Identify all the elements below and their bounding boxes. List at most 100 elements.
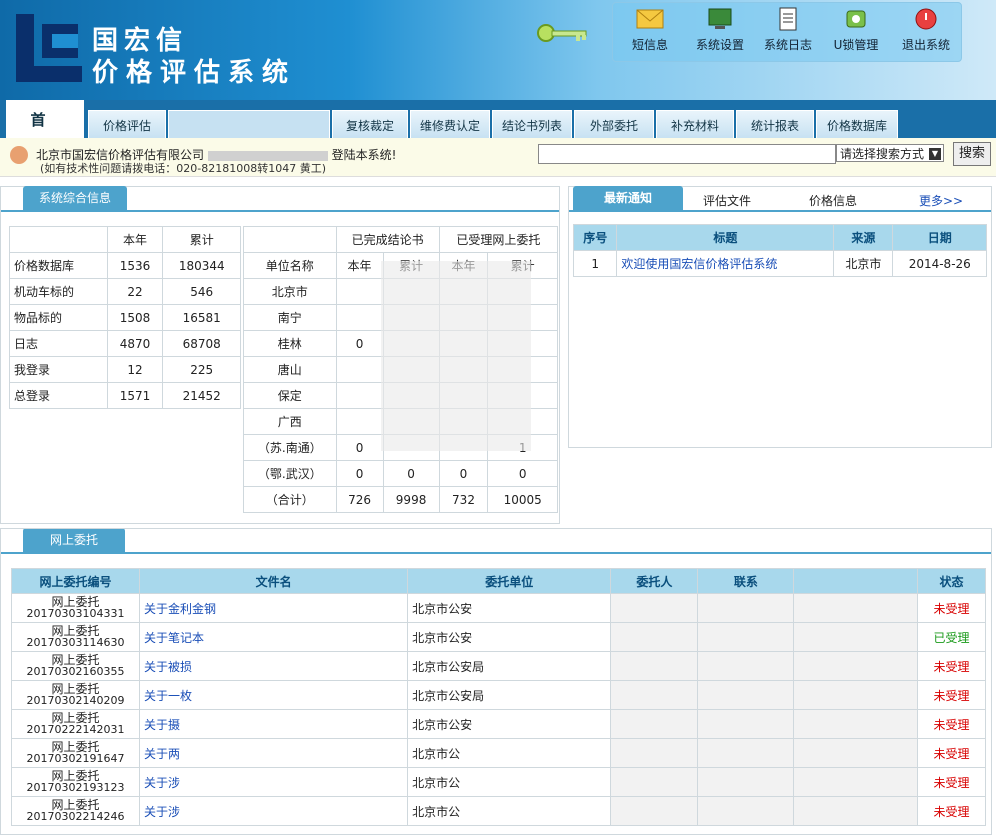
search-button[interactable]: 搜索 — [953, 142, 991, 166]
delegation-id: 20170302214246 — [26, 810, 125, 823]
table-header: 已受理网上委托 — [438, 226, 559, 253]
table-row: 网上委托 20170222142031 关于摄 北京市公安 未受理 — [11, 709, 986, 739]
file-link[interactable]: 关于金利金钢 — [138, 593, 409, 623]
tab-review[interactable]: 复核裁定 — [332, 110, 408, 139]
notice-tab-latest[interactable]: 最新通知 — [573, 186, 683, 210]
overview-title: 系统综合信息 — [23, 186, 128, 210]
delegation-id: 20170222142031 — [26, 723, 125, 736]
overview-left-table: 本年 累计 价格数据库 1536 180344 机动车标的 22 546 物品标的 1508 1… — [9, 226, 241, 409]
status-badge: 已受理 — [917, 622, 986, 652]
system-settings-button[interactable]: 系统设置 — [687, 7, 753, 53]
support-text: (如有技术性问题请拨电话：020-82181008转1047 黄工) — [40, 162, 327, 175]
clipboard-icon — [773, 7, 803, 33]
delegation-id: 20170302160355 — [26, 665, 125, 678]
table-row: 价格数据库 1536 180344 — [9, 252, 241, 279]
notice-tab-eval-files[interactable]: 评估文件 — [703, 192, 751, 209]
delegation-panel: 网上委托 网上委托编号 文件名 委托单位 委托人 联系 状态 网上委托 20170… — [0, 528, 992, 835]
logout-button[interactable]: 退出系统 — [893, 7, 959, 53]
table-row: （鄂.武汉） 0 0 0 0 — [243, 460, 558, 487]
table-row: 网上委托 20170302193123 关于涉 北京市公 未受理 — [11, 767, 986, 797]
toolbar-label: 系统日志 — [763, 38, 812, 52]
search-mode-select[interactable]: 请选择搜索方式 ▼ — [836, 144, 944, 162]
tab-masked[interactable] — [168, 110, 330, 139]
system-log-button[interactable]: 系统日志 — [755, 7, 821, 53]
key-icon — [537, 24, 587, 42]
tab-price-evaluation[interactable]: 价格评估 — [88, 110, 166, 139]
unit-cell: 北京市公 — [407, 796, 612, 826]
tab-external-delegation[interactable]: 外部委托 — [574, 110, 654, 139]
app-header: 国宏信 价格评估系统 短信息 系统设置 系统日志 U锁管理 退出系统 — [0, 0, 996, 100]
file-link[interactable]: 关于涉 — [138, 767, 409, 797]
sms-button[interactable]: 短信息 — [617, 7, 683, 53]
table-header: 序号 — [572, 224, 618, 251]
notice-tab-price-info[interactable]: 价格信息 — [809, 192, 857, 209]
table-row: 物品标的 1508 16581 — [9, 304, 241, 331]
unit-cell: 北京市公 — [407, 767, 612, 797]
tab-price-database[interactable]: 价格数据库 — [816, 110, 898, 139]
notice-more-link[interactable]: 更多>> — [919, 192, 963, 209]
toolbar: 短信息 系统设置 系统日志 U锁管理 退出系统 — [612, 2, 962, 62]
table-row: 网上委托 20170302160355 关于被损 北京市公安局 未受理 — [11, 651, 986, 681]
table-header: 网上委托编号 — [11, 568, 140, 594]
toolbar-label: 短信息 — [631, 38, 668, 52]
delegation-id: 20170302191647 — [26, 752, 125, 765]
unit-cell: 北京市公安 — [407, 593, 612, 623]
tab-repair-fee[interactable]: 维修费认定 — [410, 110, 490, 139]
file-link[interactable]: 关于笔记本 — [138, 622, 409, 652]
unit-cell: 北京市公安 — [407, 622, 612, 652]
unit-cell: 北京市公 — [407, 738, 612, 768]
table-header: 委托人 — [610, 568, 699, 594]
toolbar-label: 系统设置 — [695, 38, 744, 52]
unit-cell: 北京市公安 — [407, 709, 612, 739]
table-header: 来源 — [833, 224, 894, 251]
delegation-table: 网上委托编号 文件名 委托单位 委托人 联系 状态 网上委托 2017030310… — [11, 568, 986, 826]
table-row: （合计） 726 9998 732 10005 — [243, 486, 558, 513]
table-row: 网上委托 20170303104331 关于金利金钢 北京市公安 未受理 — [11, 593, 986, 623]
table-header: 已完成结论书 — [335, 226, 440, 253]
delegation-id: 20170303114630 — [26, 636, 125, 649]
file-link[interactable]: 关于摄 — [138, 709, 409, 739]
notice-table: 序号 标题 来源 日期 1 欢迎使用国宏信价格评估系统 北京市 2014-8-2… — [572, 224, 987, 277]
status-badge: 未受理 — [917, 680, 986, 710]
unit-cell: 北京市公安局 — [407, 651, 612, 681]
toolbar-label: U锁管理 — [833, 38, 879, 52]
overview-panel: 系统综合信息 本年 累计 价格数据库 1536 180344 机动车标的 22 546 物品… — [0, 186, 560, 524]
redaction-mask — [381, 261, 531, 451]
table-row: 日志 4870 68708 — [9, 330, 241, 357]
tab-statistics[interactable]: 统计报表 — [736, 110, 814, 139]
table-header: 本年 — [335, 252, 384, 279]
delegation-id: 20170303104331 — [26, 607, 125, 620]
envelope-icon — [635, 7, 665, 33]
table-row: 我登录 12 225 — [9, 356, 241, 383]
monitor-icon — [705, 7, 735, 33]
tab-supplement[interactable]: 补充材料 — [656, 110, 734, 139]
toolbar-label: 退出系统 — [901, 38, 950, 52]
file-link[interactable]: 关于两 — [138, 738, 409, 768]
table-header — [9, 226, 108, 253]
search-input[interactable] — [538, 144, 836, 164]
file-link[interactable]: 关于一枚 — [138, 680, 409, 710]
brand-line2: 价格评估系统 — [92, 58, 297, 88]
usb-key-icon — [841, 7, 871, 33]
file-link[interactable]: 关于被损 — [138, 651, 409, 681]
power-icon — [911, 7, 941, 33]
table-header — [793, 568, 919, 594]
status-badge: 未受理 — [917, 651, 986, 681]
info-bar: 北京市国宏信价格评估有限公司 登陆本系统! (如有技术性问题请拨电话：020-8… — [0, 138, 996, 177]
table-row: 网上委托 20170303114630 关于笔记本 北京市公安 已受理 — [11, 622, 986, 652]
table-row: 1 欢迎使用国宏信价格评估系统 北京市 2014-8-26 — [572, 250, 987, 277]
status-badge: 未受理 — [917, 767, 986, 797]
table-header: 单位名称 — [243, 252, 337, 279]
tab-home[interactable]: 首 页 — [6, 100, 84, 167]
main-tabs: 首 页 价格评估 复核裁定 维修费认定 结论书列表 外部委托 补充材料 统计报表… — [0, 100, 996, 167]
table-header: 标题 — [616, 224, 835, 251]
welcome-tail: 登陆本系统! — [331, 148, 397, 162]
chevron-down-icon: ▼ — [929, 148, 941, 160]
table-header: 状态 — [917, 568, 986, 594]
tab-conclusion-list[interactable]: 结论书列表 — [492, 110, 572, 139]
file-link[interactable]: 关于涉 — [138, 796, 409, 826]
notice-title-link[interactable]: 欢迎使用国宏信价格评估系统 — [616, 250, 835, 277]
table-header: 委托单位 — [407, 568, 612, 594]
usb-key-manage-button[interactable]: U锁管理 — [823, 7, 889, 53]
table-header: 联系 — [697, 568, 795, 594]
